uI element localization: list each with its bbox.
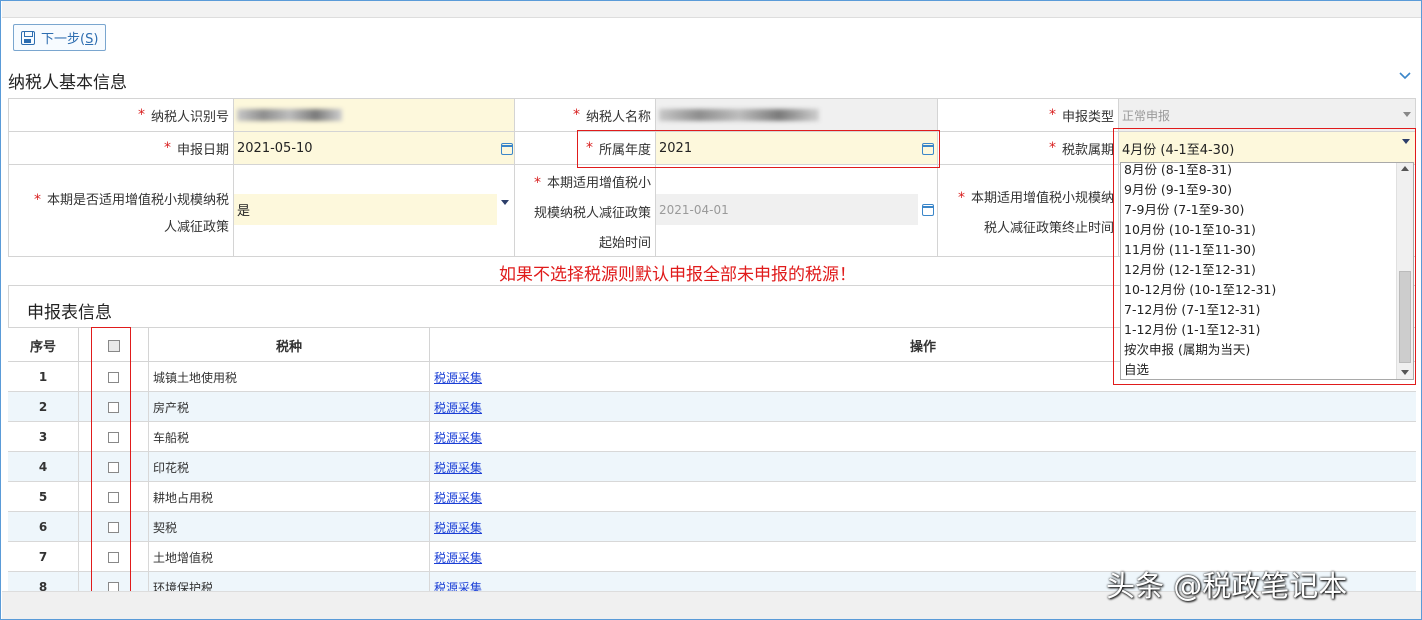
- policy-end-label: * 本期适用增值税小规模纳 税人减征政策终止时间: [937, 164, 1119, 257]
- caret-down-icon: [1403, 112, 1411, 117]
- highlight-box-tax-year: [577, 130, 940, 168]
- table-row: 3 车船税 税源采集: [8, 422, 1416, 452]
- taxpayer-id-label: * 纳税人识别号: [8, 98, 234, 132]
- declare-date-label: * 申报日期: [8, 131, 234, 165]
- declare-date-field[interactable]: 2021-05-10: [233, 131, 515, 165]
- taxpayer-name-field: [655, 98, 938, 132]
- row-index: 4: [8, 452, 79, 482]
- calendar-icon[interactable]: [501, 143, 513, 155]
- collect-source-link[interactable]: 税源采集: [434, 519, 482, 536]
- small-scale-policy-cell: 是: [233, 164, 515, 257]
- small-scale-policy-label: * 本期是否适用增值税小规模纳税 人减征政策: [8, 164, 234, 257]
- collect-source-link[interactable]: 税源采集: [434, 399, 482, 416]
- notice-text: 如果不选择税源则默认申报全部未申报的税源！: [499, 265, 856, 285]
- row-tax-name: 印花税: [149, 452, 430, 482]
- declare-type-label: * 申报类型: [937, 98, 1119, 132]
- policy-start-field: 2021-04-01: [656, 194, 918, 225]
- taxpayer-id-field[interactable]: [233, 98, 515, 132]
- row-index: 3: [8, 422, 79, 452]
- header-tax: 税种: [149, 328, 430, 363]
- redacted-value: [237, 109, 342, 121]
- collect-source-link[interactable]: 税源采集: [434, 429, 482, 446]
- row-index: 7: [8, 542, 79, 572]
- row-tax-name: 土地增值税: [149, 542, 430, 572]
- table-row: 5 耕地占用税 税源采集: [8, 482, 1416, 512]
- policy-start-label: * 本期适用增值税小 规模纳税人减征政策 起始时间: [514, 164, 656, 257]
- app-frame: 下一步(S) 纳税人基本信息 * 纳税人识别号 * 纳税人名称 * 申报类型 正常申报…: [0, 0, 1422, 620]
- row-index: 1: [8, 362, 79, 392]
- section-title-forms: 申报表信息: [27, 303, 112, 323]
- table-row: 2 房产税 税源采集: [8, 392, 1416, 422]
- collect-source-link[interactable]: 税源采集: [434, 369, 482, 386]
- small-scale-policy-select[interactable]: 是: [234, 194, 497, 225]
- row-action-cell: 税源采集: [430, 482, 1416, 512]
- policy-start-cell: 2021-04-01: [655, 164, 938, 257]
- row-tax-name: 城镇土地使用税: [149, 362, 430, 392]
- row-tax-name: 契税: [149, 512, 430, 542]
- section-title-basic: 纳税人基本信息: [8, 73, 127, 93]
- table-row: 6 契税 税源采集: [8, 512, 1416, 542]
- highlight-box-tax-period: [1113, 128, 1416, 385]
- row-index: 2: [8, 392, 79, 422]
- calendar-icon: [922, 204, 934, 216]
- header-index: 序号: [8, 328, 79, 363]
- save-icon: [21, 30, 35, 45]
- tax-period-label: * 税款属期: [937, 131, 1119, 165]
- top-strip: [2, 1, 1421, 18]
- row-action-cell: 税源采集: [430, 452, 1416, 482]
- row-action-cell: 税源采集: [430, 512, 1416, 542]
- taxpayer-name-label: * 纳税人名称: [514, 98, 656, 132]
- chevron-down-icon[interactable]: [1398, 69, 1412, 83]
- row-index: 6: [8, 512, 79, 542]
- redacted-value: [659, 109, 819, 121]
- collect-source-link[interactable]: 税源采集: [434, 459, 482, 476]
- collect-source-link[interactable]: 税源采集: [434, 489, 482, 506]
- collect-source-link[interactable]: 税源采集: [434, 549, 482, 566]
- caret-down-icon[interactable]: [501, 200, 509, 205]
- declare-type-select: 正常申报: [1118, 98, 1416, 132]
- watermark-text: 头条 @税政笔记本: [1106, 569, 1348, 603]
- row-action-cell: 税源采集: [430, 392, 1416, 422]
- next-step-button[interactable]: 下一步(S): [13, 24, 106, 51]
- row-tax-name: 车船税: [149, 422, 430, 452]
- row-tax-name: 耕地占用税: [149, 482, 430, 512]
- highlight-box-checkboxes: [91, 327, 131, 601]
- next-step-label: 下一步(S): [41, 32, 99, 47]
- row-action-cell: 税源采集: [430, 422, 1416, 452]
- table-row: 4 印花税 税源采集: [8, 452, 1416, 482]
- row-tax-name: 房产税: [149, 392, 430, 422]
- row-index: 5: [8, 482, 79, 512]
